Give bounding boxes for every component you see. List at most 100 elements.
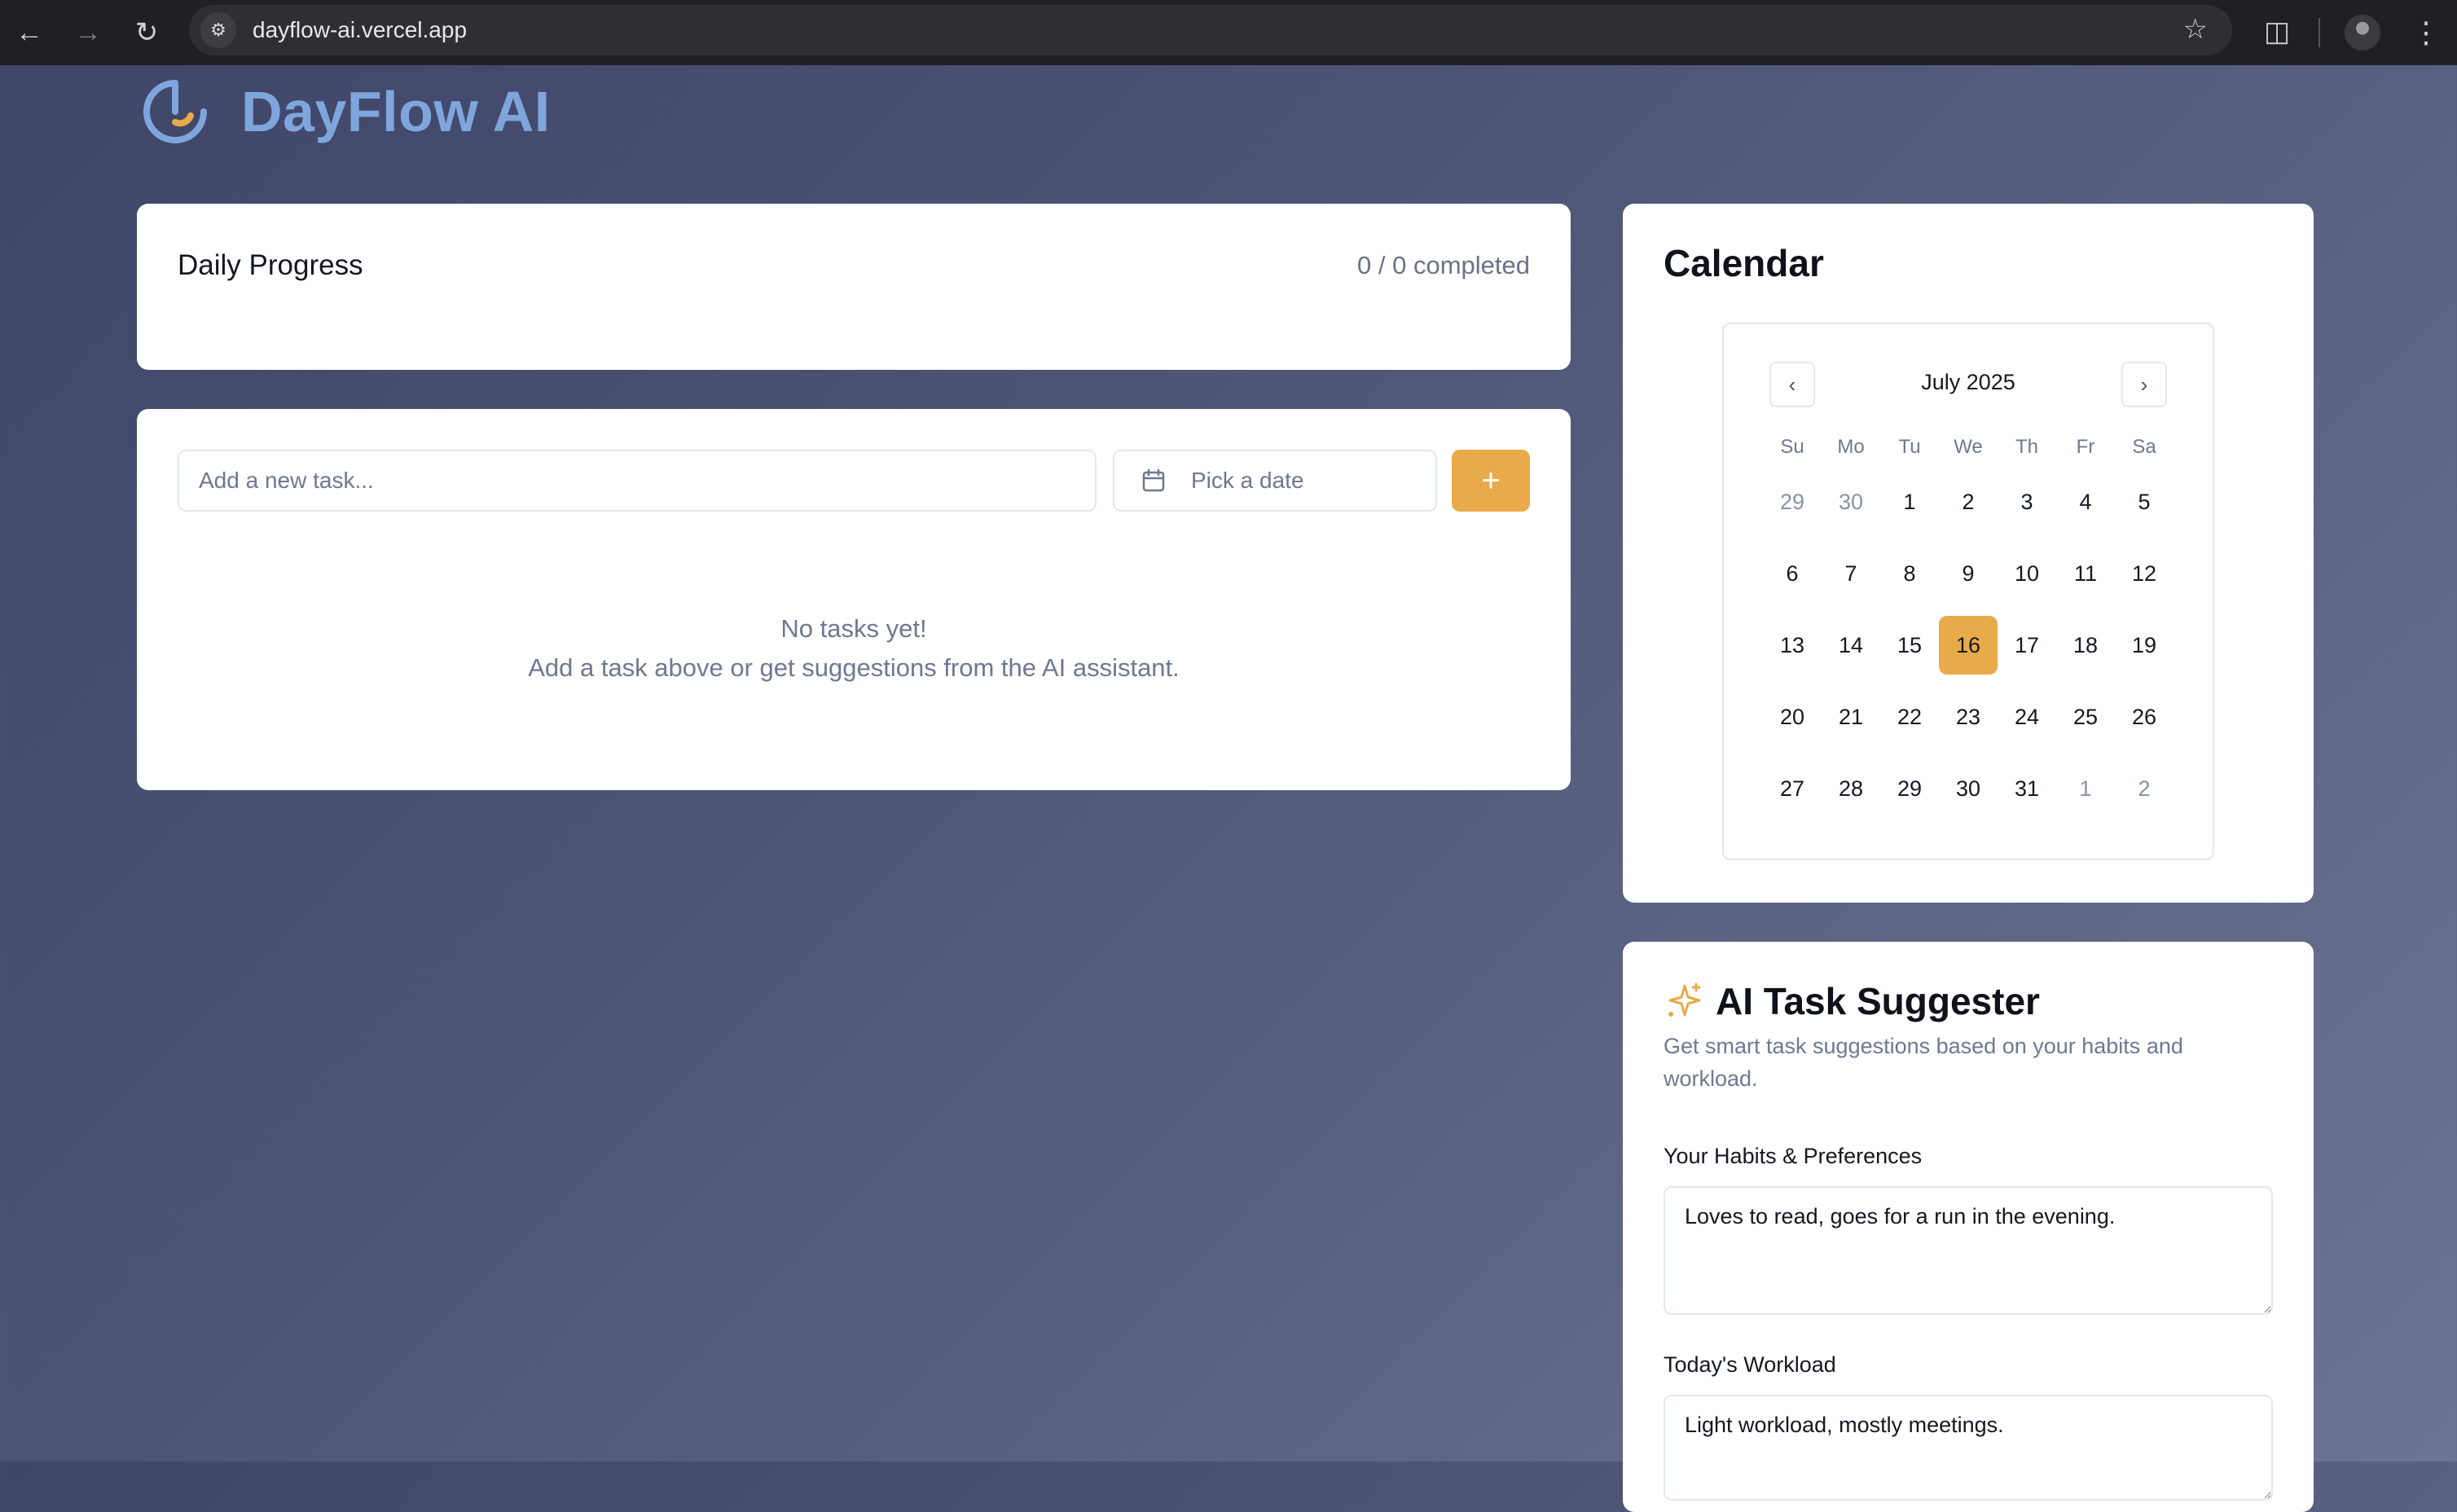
calendar-day-number: 8 [1903,560,1916,586]
calendar-day[interactable]: 29 [1880,753,1939,824]
calendar-day-number: 15 [1897,632,1923,657]
calendar-day-number: 29 [1779,489,1805,514]
calendar-day[interactable]: 24 [1998,681,2056,753]
calendar-day-number: 10 [2014,560,2040,586]
calendar-day-number: 31 [2014,776,2040,801]
calendar-day-number: 23 [1955,704,1981,729]
url-text[interactable]: dayflow-ai.vercel.app [253,17,467,43]
chevron-left-icon: ‹ [1788,371,1796,397]
calendar-day[interactable]: 20 [1763,681,1822,753]
calendar-day[interactable]: 28 [1822,753,1880,824]
forward-icon[interactable]: → [64,0,112,65]
progress-title: Daily Progress [178,249,363,281]
weekday-header: Fr [2076,436,2095,458]
previous-month-button[interactable]: ‹ [1769,362,1815,407]
reload-icon[interactable]: ↻ [122,0,171,65]
calendar-day[interactable]: 12 [2115,538,2174,609]
calendar-day-number: 29 [1897,776,1923,801]
profile-avatar[interactable] [2345,15,2380,51]
calendar-day[interactable]: 25 [2056,681,2115,753]
weekday-header: Su [1780,436,1804,458]
add-task-button[interactable]: + [1452,450,1530,512]
ai-suggester-description: Get smart task suggestions based on your… [1664,1034,2183,1091]
progress-status: 0 / 0 completed [1357,251,1530,279]
pick-date-button[interactable]: Pick a date [1113,450,1437,512]
calendar-day-number: 21 [1838,704,1864,729]
calendar-day[interactable]: 3 [1998,466,2056,538]
calendar-day-number: 24 [2014,704,2040,729]
calendar-day[interactable]: 2 [2115,753,2174,824]
calendar-day-number: 1 [2079,776,2092,801]
calendar-day-number: 4 [2079,489,2092,514]
calendar-day-number: 2 [1962,489,1975,514]
back-icon[interactable]: ← [5,0,54,65]
ai-suggester-header: AI Task Suggester [1664,979,2040,1023]
empty-state-hint: Add a task above or get suggestions from… [528,653,1180,682]
calendar-day[interactable]: 11 [2056,538,2115,609]
habits-textarea[interactable]: Loves to read, goes for a run in the eve… [1664,1186,2273,1315]
workload-label: Today's Workload [1664,1352,1836,1377]
calendar-day-number: 1 [1903,489,1916,514]
calendar-day-number: 13 [1779,632,1805,657]
calendar-day[interactable]: 13 [1763,609,1822,681]
new-task-input[interactable] [178,450,1097,512]
calendar-day-number: 25 [2072,704,2099,729]
calendar-day[interactable]: 1 [1880,466,1939,538]
calendar-day[interactable]: 5 [2115,466,2174,538]
calendar-day-number: 11 [2073,560,2098,586]
weekday-header: Sa [2132,436,2156,458]
calendar-day[interactable]: 22 [1880,681,1939,753]
calendar-day[interactable]: 23 [1939,681,1998,753]
calendar-day[interactable]: 9 [1939,538,1998,609]
calendar-day[interactable]: 17 [1998,609,2056,681]
calendar-day-number: 17 [2014,632,2040,657]
site-settings-icon[interactable]: ⚙ [200,12,236,48]
workload-textarea[interactable]: Light workload, mostly meetings. [1664,1395,2273,1501]
browser-toolbar: ← → ↻ ⚙ dayflow-ai.vercel.app ☆ ◫ ⋮ [0,0,2457,65]
more-menu-icon[interactable]: ⋮ [2410,8,2442,57]
calendar-day-number: 27 [1779,776,1805,801]
calendar-day[interactable]: 10 [1998,538,2056,609]
calendar-day[interactable]: 1 [2056,753,2115,824]
calendar-day[interactable]: 14 [1822,609,1880,681]
calendar-day[interactable]: 6 [1763,538,1822,609]
weekday-header: Mo [1837,436,1865,458]
calendar-day-number: 30 [1838,489,1864,514]
calendar-day[interactable]: 2 [1939,466,1998,538]
habits-label: Your Habits & Preferences [1664,1144,1923,1168]
calendar-day-number: 18 [2072,632,2099,657]
calendar-day[interactable]: 7 [1822,538,1880,609]
calendar-day[interactable]: 29 [1763,466,1822,538]
calendar-day-number: 6 [1786,560,1799,586]
pick-date-label: Pick a date [1191,468,1304,493]
calendar-day[interactable]: 19 [2115,609,2174,681]
next-month-button[interactable]: › [2121,362,2167,407]
calendar-day-number: 5 [2138,489,2151,514]
empty-state-title: No tasks yet! [780,614,927,643]
calendar-day-number: 2 [2138,776,2151,801]
calendar-day-number: 20 [1779,704,1805,729]
calendar-day[interactable]: 4 [2056,466,2115,538]
address-bar[interactable]: ⚙ dayflow-ai.vercel.app ☆ [189,5,2232,55]
calendar-day[interactable]: 8 [1880,538,1939,609]
calendar-day-selected[interactable]: 16 [1939,609,1998,681]
calendar-day[interactable]: 31 [1998,753,2056,824]
calendar-day[interactable]: 30 [1822,466,1880,538]
calendar-day[interactable]: 27 [1763,753,1822,824]
calendar-day[interactable]: 26 [2115,681,2174,753]
calendar-day-number: 14 [1838,632,1864,657]
calendar-day-number: 22 [1897,704,1923,729]
plus-icon: + [1481,462,1501,499]
weekday-header: We [1954,436,1983,458]
calendar-day[interactable]: 21 [1822,681,1880,753]
calendar-icon [1142,468,1165,492]
calendar-day[interactable]: 15 [1880,609,1939,681]
calendar-grid: Su Mo Tu We Th Fr Sa 29 30 1 2 3 4 5 6 7 8 9 10 11 12 13 14 15 1… [1763,429,2174,824]
calendar-day[interactable]: 18 [2056,609,2115,681]
extensions-icon[interactable]: ◫ [2257,11,2297,52]
toolbar-divider [2319,18,2320,47]
calendar-card: Calendar July 2025 ‹ › Su Mo Tu We Th Fr Sa 29 3… [1623,204,2314,903]
bookmark-star-icon[interactable]: ☆ [2183,13,2208,46]
weekday-header: Tu [1898,436,1921,458]
calendar-day[interactable]: 30 [1939,753,1998,824]
